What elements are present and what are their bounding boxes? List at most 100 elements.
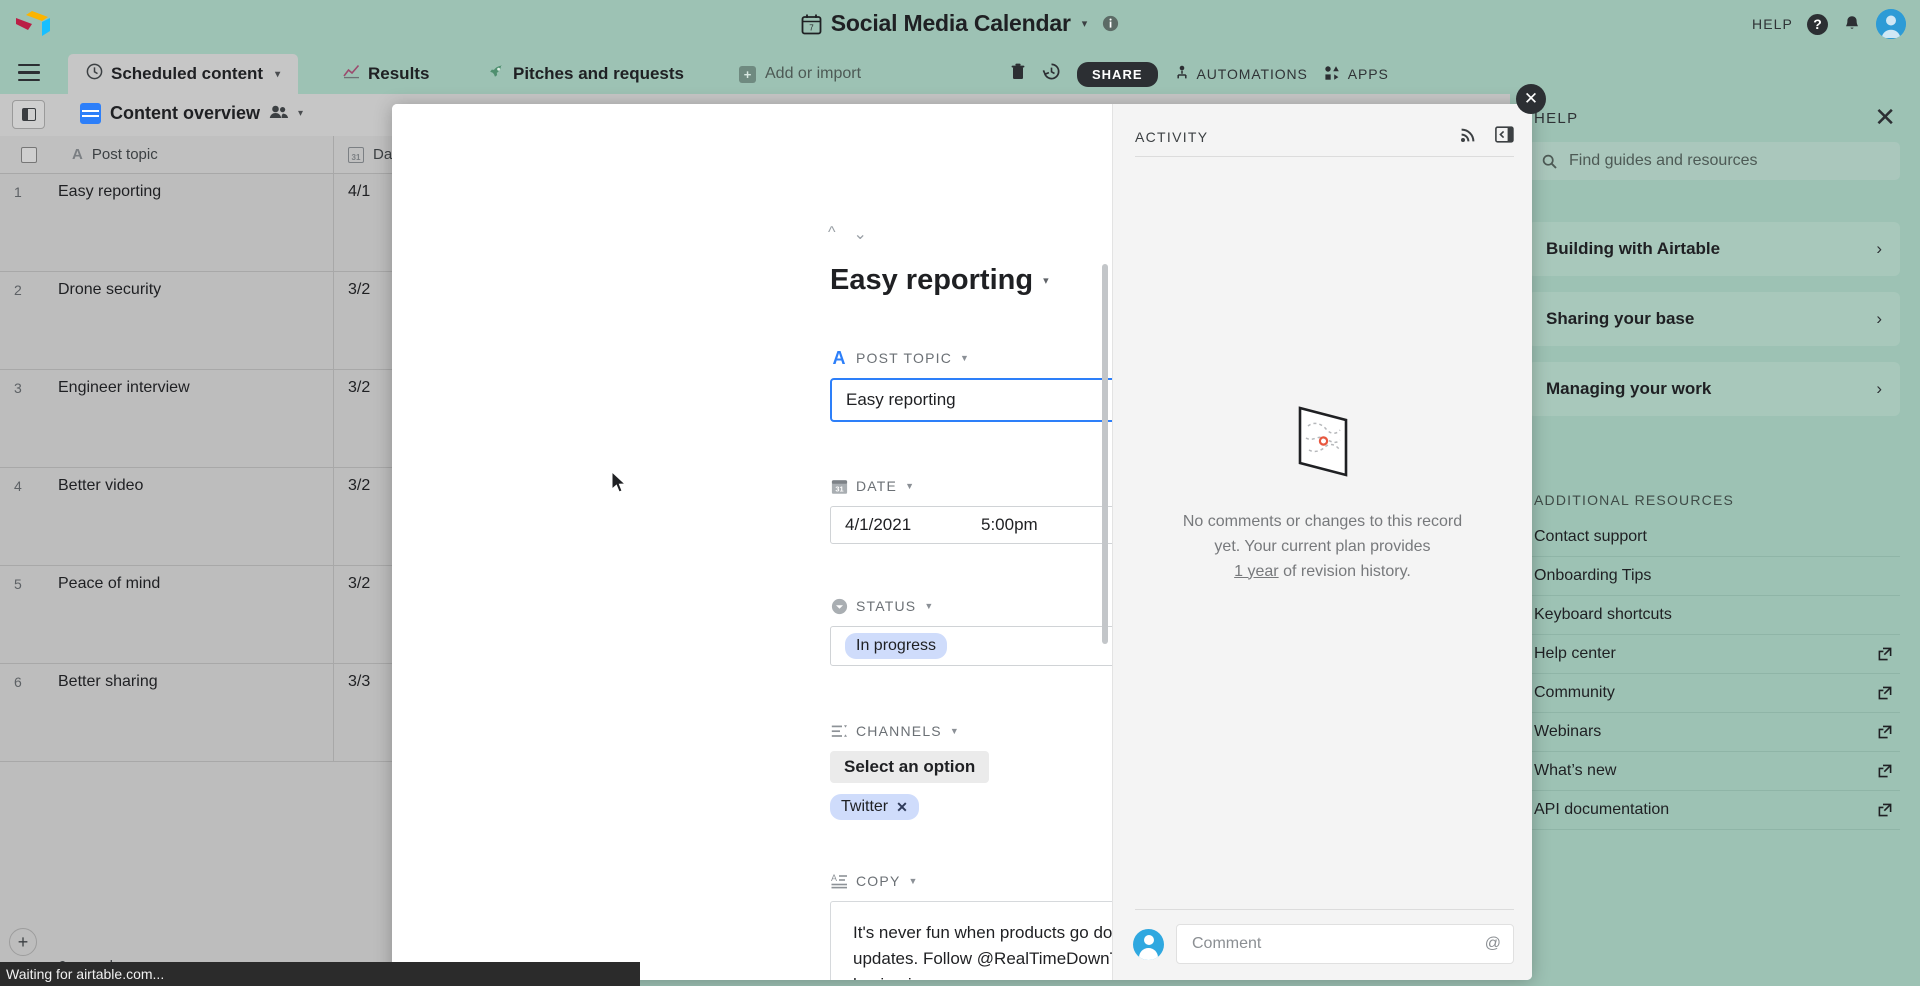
- panel-toggle-icon[interactable]: [12, 100, 45, 129]
- channel-tag-twitter[interactable]: Twitter ✕: [830, 794, 919, 820]
- automations-button[interactable]: AUTOMATIONS: [1174, 65, 1308, 84]
- status-select[interactable]: In progress ▾: [830, 626, 1132, 666]
- close-icon[interactable]: ✕: [896, 799, 908, 816]
- history-icon[interactable]: [1042, 62, 1061, 86]
- help-label[interactable]: HELP: [1752, 16, 1793, 32]
- chevron-down-icon[interactable]: ▾: [298, 108, 303, 119]
- tab-pitches-and-requests[interactable]: Pitches and requests: [470, 54, 702, 94]
- rss-icon[interactable]: [1460, 126, 1477, 148]
- revision-history-link[interactable]: 1 year: [1234, 563, 1278, 580]
- help-card-sharing-your-base[interactable]: Sharing your base ›: [1528, 292, 1900, 346]
- cell-post-topic[interactable]: Better video: [58, 468, 333, 565]
- comment-row: Comment @: [1133, 924, 1514, 964]
- field-name: DATE: [856, 478, 898, 494]
- table-row[interactable]: 3 Engineer interview 3/2: [0, 370, 400, 468]
- help-search-input[interactable]: Find guides and resources: [1528, 142, 1900, 180]
- close-record-button[interactable]: ✕: [1516, 84, 1546, 114]
- help-card-managing-your-work[interactable]: Managing your work ›: [1528, 362, 1900, 416]
- cell-post-topic[interactable]: Drone security: [58, 272, 333, 369]
- trash-icon[interactable]: [1010, 62, 1026, 86]
- help-panel-title: HELP: [1534, 110, 1579, 127]
- time-value[interactable]: 5:00pm: [981, 515, 1038, 535]
- chevron-down-icon[interactable]: ▼: [950, 726, 959, 736]
- add-or-import-button[interactable]: + Add or import: [725, 54, 875, 94]
- base-title-group[interactable]: 7 Social Media Calendar ▾: [0, 10, 1920, 37]
- field-label-date[interactable]: 31 DATE ▼: [830, 477, 1132, 495]
- add-record-button[interactable]: +: [9, 928, 37, 956]
- modal-scrollbar[interactable]: [1102, 264, 1108, 644]
- resource-item-onboarding-tips[interactable]: Onboarding Tips: [1528, 557, 1900, 596]
- apps-button[interactable]: APPS: [1324, 65, 1389, 84]
- table-row[interactable]: 2 Drone security 3/2: [0, 272, 400, 370]
- select-an-option-button[interactable]: Select an option: [830, 751, 990, 783]
- chevron-up-icon[interactable]: ^: [828, 224, 836, 244]
- row-number: 3: [14, 380, 22, 396]
- collaborators-icon[interactable]: [269, 104, 289, 124]
- select-all-cell[interactable]: [0, 136, 58, 173]
- record-title-caret-icon[interactable]: ▾: [1043, 274, 1049, 287]
- divider: [1135, 909, 1514, 910]
- date-input[interactable]: 4/1/2021 5:00pm: [830, 506, 1132, 544]
- cell-post-topic[interactable]: Peace of mind: [58, 566, 333, 663]
- field-label-channels[interactable]: CHANNELS ▼: [830, 722, 989, 740]
- row-number: 2: [14, 282, 22, 298]
- table-row[interactable]: 4 Better video 3/2: [0, 468, 400, 566]
- select-all-checkbox[interactable]: [21, 146, 37, 163]
- date-value[interactable]: 4/1/2021: [831, 515, 981, 535]
- resource-label: API documentation: [1534, 801, 1670, 818]
- row-number: 4: [14, 478, 22, 494]
- status-text: Waiting for airtable.com...: [6, 966, 165, 982]
- chevron-down-icon[interactable]: ▼: [924, 601, 933, 611]
- column-header-post-topic[interactable]: A Post topic: [58, 136, 333, 173]
- help-card-label: Building with Airtable: [1546, 239, 1721, 258]
- tab-bar: Scheduled content ▾ Results Pitches and …: [0, 54, 1920, 94]
- comment-input[interactable]: Comment @: [1176, 924, 1514, 964]
- bell-icon[interactable]: [1842, 14, 1862, 34]
- help-card-building-with-airtable[interactable]: Building with Airtable ›: [1528, 222, 1900, 276]
- table-row[interactable]: 1 Easy reporting 4/1: [0, 174, 400, 272]
- record-grid: A Post topic 31 Date 1 Easy reporting 4/…: [0, 136, 405, 946]
- field-date: 31 DATE ▼ 4/1/2021 5:00pm: [830, 477, 1132, 544]
- table-row[interactable]: 6 Better sharing 3/3: [0, 664, 400, 762]
- resource-item-webinars[interactable]: Webinars: [1528, 713, 1900, 752]
- automations-label: AUTOMATIONS: [1196, 66, 1308, 82]
- chevron-down-icon[interactable]: ⌄: [854, 224, 867, 244]
- cell-post-topic[interactable]: Easy reporting: [58, 174, 333, 271]
- base-title-caret-icon[interactable]: ▾: [1082, 17, 1088, 30]
- resource-item-keyboard-shortcuts[interactable]: Keyboard shortcuts: [1528, 596, 1900, 635]
- at-icon[interactable]: @: [1485, 935, 1501, 953]
- chevron-down-icon[interactable]: ▼: [905, 481, 914, 491]
- resource-item-help-center[interactable]: Help center: [1528, 635, 1900, 674]
- view-selector[interactable]: Content overview ▾: [80, 103, 303, 124]
- chevron-down-icon[interactable]: ▼: [908, 876, 917, 886]
- share-button[interactable]: SHARE: [1077, 61, 1158, 87]
- cell-post-topic[interactable]: Better sharing: [58, 664, 333, 761]
- menu-icon[interactable]: [18, 64, 40, 82]
- info-icon[interactable]: [1102, 15, 1119, 32]
- resource-item-api-documentation[interactable]: API documentation: [1528, 791, 1900, 830]
- resource-item-whats-new[interactable]: What’s new: [1528, 752, 1900, 791]
- resource-label: Webinars: [1534, 723, 1602, 740]
- collapse-panel-icon[interactable]: [1495, 126, 1514, 148]
- question-circle-icon[interactable]: ?: [1807, 13, 1828, 35]
- cell-post-topic[interactable]: Engineer interview: [58, 370, 333, 467]
- resource-label: What’s new: [1534, 762, 1617, 779]
- table-row[interactable]: 5 Peace of mind 3/2: [0, 566, 400, 664]
- resource-item-contact-support[interactable]: Contact support: [1528, 518, 1900, 557]
- avatar[interactable]: [1876, 9, 1906, 39]
- external-link-icon: [1878, 686, 1892, 700]
- view-name-label: Content overview: [110, 103, 261, 123]
- tab-results[interactable]: Results: [325, 54, 447, 94]
- date-field-icon: 31: [348, 146, 364, 163]
- empty-line-3: of revision history.: [1278, 562, 1411, 580]
- help-card-label: Managing your work: [1546, 379, 1712, 398]
- tab-scheduled-content[interactable]: Scheduled content ▾: [68, 54, 299, 94]
- field-label-status[interactable]: STATUS ▼: [830, 597, 1132, 615]
- resource-item-community[interactable]: Community: [1528, 674, 1900, 713]
- automation-icon: [1174, 65, 1190, 84]
- chevron-down-icon[interactable]: ▾: [275, 69, 280, 80]
- close-icon[interactable]: ✕: [1874, 104, 1896, 130]
- status-badge: In progress: [845, 633, 948, 659]
- field-name: POST TOPIC: [856, 350, 953, 366]
- chevron-down-icon[interactable]: ▼: [960, 353, 969, 363]
